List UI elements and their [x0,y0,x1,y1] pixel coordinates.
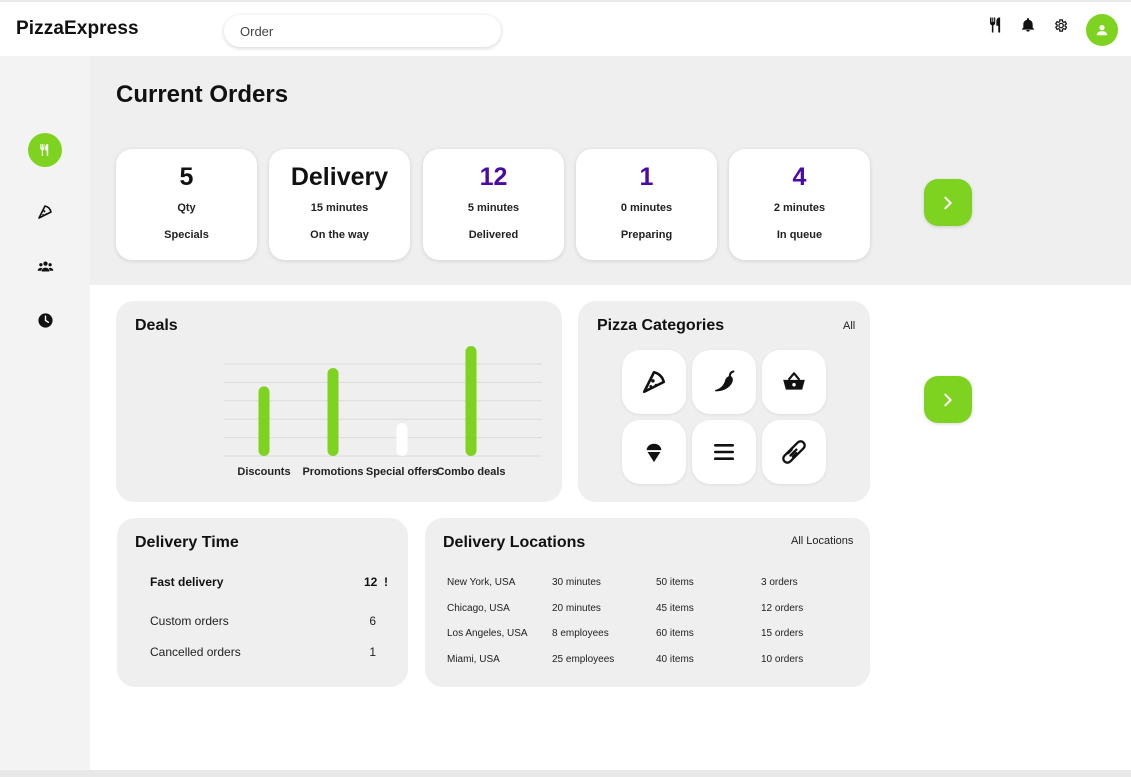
deals-bar-special-offers[interactable] [396,423,408,456]
delivery-locations-title: Delivery Locations [443,534,586,551]
stat-sub: 2 minutes [773,202,826,214]
menu-icon [714,444,734,460]
stat-label: Specials [164,229,209,241]
row-value: 12 ! [363,575,388,589]
basket-icon [783,372,805,390]
next-categories-button[interactable] [924,376,972,423]
stat-sub: 0 minutes [620,202,673,214]
sidebar [0,56,90,770]
next-orders-button[interactable] [924,179,972,226]
row-value: 1 [369,645,376,659]
location-time: 25 employees [552,654,615,665]
users-icon [37,261,53,271]
location-orders: 12 orders [761,603,804,614]
stat-sub: 15 minutes [310,202,369,214]
pepper-icon [714,370,735,392]
location-time: 30 minutes [552,577,601,588]
stat-value: 1 [639,163,654,191]
row-name: Cancelled orders [150,645,241,659]
delivery-locations-panel: Delivery Locations All Locations New Yor… [425,518,870,687]
location-time: 20 minutes [552,603,601,614]
row-name: Custom orders [150,614,229,628]
stat-card-on-the-way[interactable]: Delivery 15 minutes On the way [269,149,410,260]
categories-all-link[interactable]: All [843,320,855,332]
deals-bar-discounts[interactable] [258,386,270,456]
category-basket-button[interactable] [762,350,826,414]
stat-value: 4 [792,163,807,191]
pizza-slice-icon [642,370,666,394]
header-icons [985,14,1081,36]
category-spicy-button[interactable] [692,350,756,414]
all-locations-link[interactable]: All Locations [791,535,853,547]
category-menu-button[interactable] [692,420,756,484]
deals-bar-label: Discounts [237,466,291,478]
stat-value: Delivery [290,163,389,191]
row-name: Fast delivery [150,575,224,589]
location-city: New York, USA [447,577,516,588]
category-dessert-button[interactable] [622,420,686,484]
stat-card-delivered[interactable]: 12 5 minutes Delivered [423,149,564,260]
ice-cream-icon [646,443,662,463]
utensils-icon [40,144,49,156]
delivery-time-panel: Delivery Time Fast delivery 12 ! Custom … [117,518,408,687]
hotdog-icon [782,440,806,464]
stat-label: On the way [310,229,369,241]
stat-card-in-queue[interactable]: 4 2 minutes In queue [729,149,870,260]
category-pizza-button[interactable] [622,350,686,414]
row-value: 6 [369,614,376,628]
categories-title: Pizza Categories [597,317,725,334]
brand-logo-text[interactable]: PizzaExpress [16,18,139,40]
settings-icon[interactable] [1049,14,1071,36]
deals-panel: Deals Discounts Promotions Special offers C… [116,301,562,502]
stat-label: Preparing [620,229,673,241]
location-items: 50 items [656,577,694,588]
stat-card-preparing[interactable]: 1 0 minutes Preparing [576,149,717,260]
location-city: Miami, USA [447,654,500,665]
user-avatar-icon [1096,25,1108,36]
chevron-right-icon [944,393,952,406]
search-input[interactable]: Order [224,15,501,47]
stat-label: In queue [776,229,823,241]
top-bar: PizzaExpress Order [0,0,1131,56]
location-orders: 3 orders [761,577,798,588]
location-items: 60 items [656,628,694,639]
chevron-right-icon [944,196,952,209]
location-time: 8 employees [552,628,609,639]
utensils-icon[interactable] [985,14,1007,36]
deals-bar-label: Special offers [365,466,439,478]
stat-sub: 5 minutes [467,202,520,214]
deals-bar-label: Promotions [302,466,364,478]
location-items: 40 items [656,654,694,665]
sidebar-item-pizza[interactable] [28,195,62,229]
stat-value: 5 [179,163,194,191]
page-title: Current Orders [116,81,289,108]
location-orders: 10 orders [761,654,804,665]
deals-bar-combo-deals[interactable] [465,346,477,456]
sidebar-item-orders[interactable] [28,133,62,167]
stat-label: Delivered [468,229,519,241]
pizza-icon [38,205,52,219]
bell-icon[interactable] [1017,14,1039,36]
pizza-categories-panel: Pizza Categories All [578,301,870,502]
user-avatar[interactable] [1086,14,1118,46]
sidebar-item-customers[interactable] [28,249,62,283]
clock-icon [37,312,53,328]
location-orders: 15 orders [761,628,804,639]
location-city: Chicago, USA [447,603,510,614]
location-items: 45 items [656,603,694,614]
stat-sub: Qty [177,202,196,214]
deals-bar-label: Combo deals [436,466,506,478]
delivery-time-title: Delivery Time [135,534,239,551]
stat-card-specials[interactable]: 5 Qty Specials [116,149,257,260]
category-hotdog-button[interactable] [762,420,826,484]
bottom-strip [0,770,1131,777]
sidebar-item-history[interactable] [28,303,62,337]
deals-bar-promotions[interactable] [327,368,339,456]
stat-value: 12 [479,163,508,191]
location-city: Los Angeles, USA [447,628,528,639]
